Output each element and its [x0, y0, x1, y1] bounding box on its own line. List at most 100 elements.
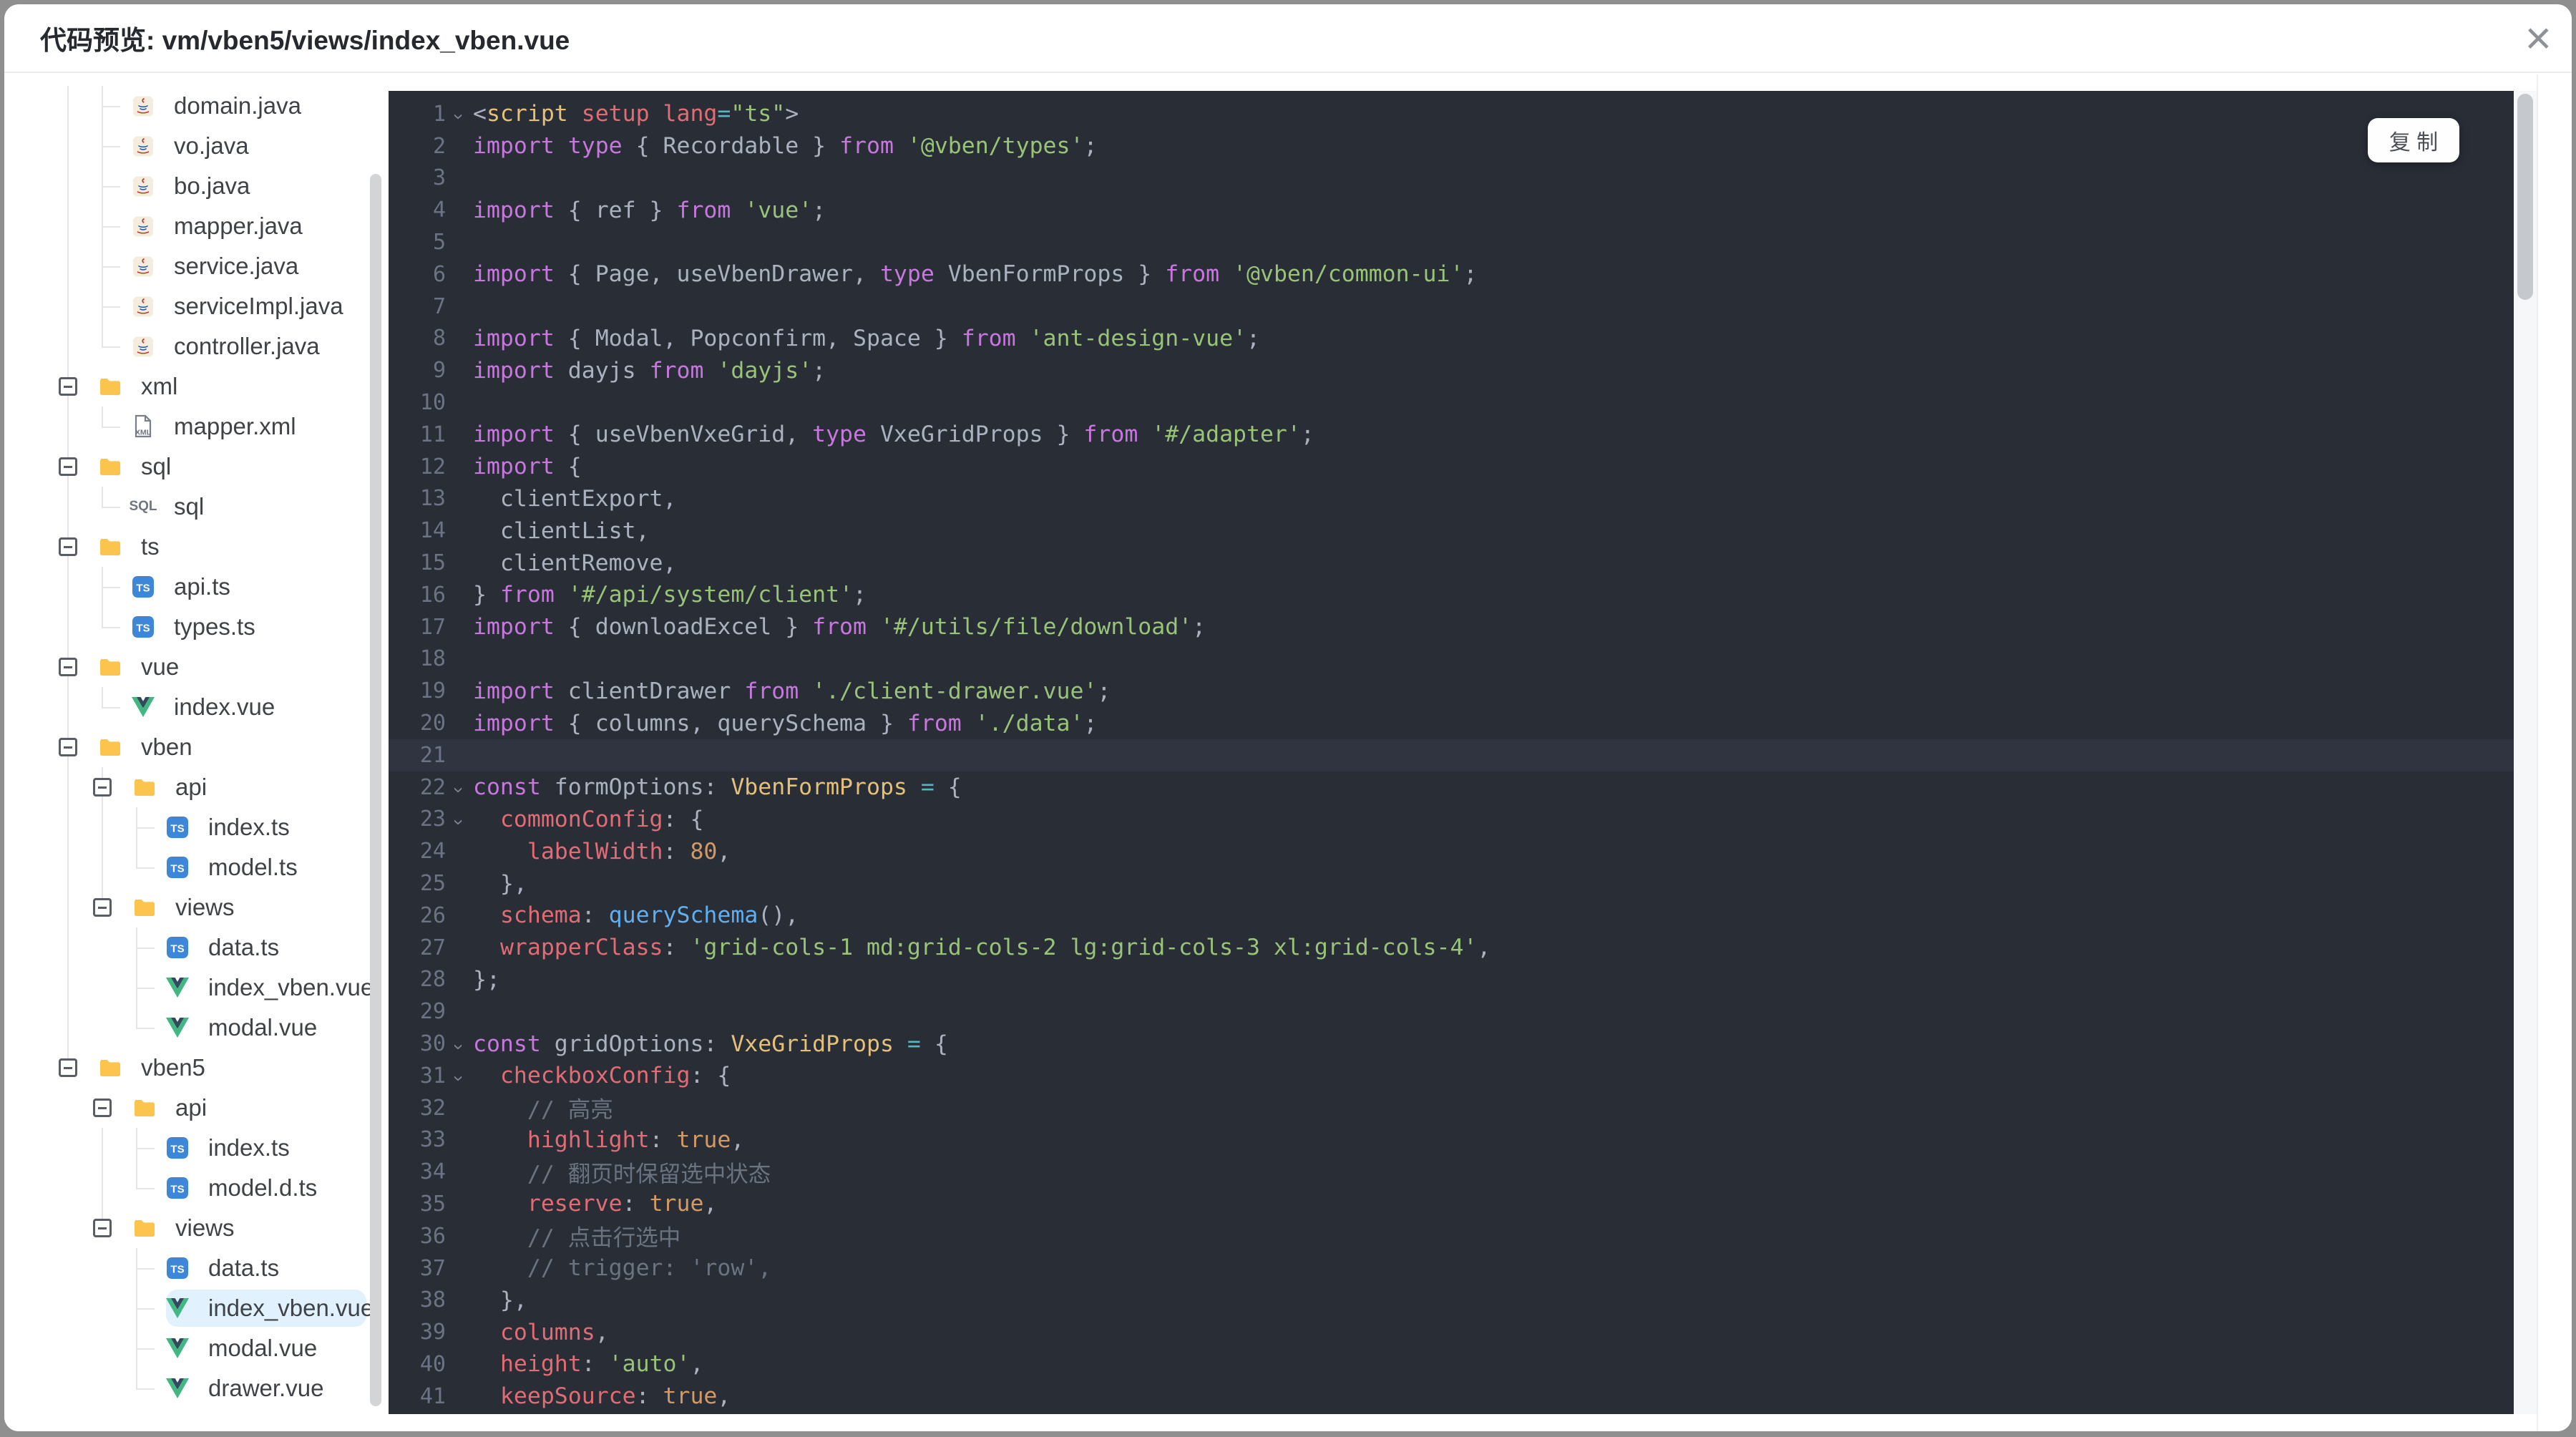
tree-item-content: XML mapper.xml: [132, 408, 366, 445]
tree-item-model.d.ts[interactable]: TS model.d.ts: [4, 1168, 391, 1208]
tree-item-content: ts: [99, 528, 366, 565]
tree-item-domain.java[interactable]: domain.java: [4, 86, 391, 126]
tree-indent-guide: [60, 86, 94, 126]
tree-item-content: TS data.ts: [166, 929, 366, 966]
tree-item-data.ts[interactable]: TS data.ts: [4, 1248, 391, 1288]
code-line: 35 reserve: true,: [389, 1188, 2514, 1220]
tree-item-serviceimpl.java[interactable]: serviceImpl.java: [4, 286, 391, 326]
tree-item-api.ts[interactable]: TS api.ts: [4, 567, 391, 607]
tree-item-index.ts[interactable]: TS index.ts: [4, 1128, 391, 1168]
tree-item-mapper.xml[interactable]: XML mapper.xml: [4, 406, 391, 447]
collapse-expand-icon[interactable]: [59, 658, 77, 676]
tree-item-ts[interactable]: ts: [4, 527, 391, 567]
tree-item-xml[interactable]: xml: [4, 366, 391, 406]
tree-item-bo.java[interactable]: bo.java: [4, 166, 391, 206]
tree-item-mapper.java[interactable]: mapper.java: [4, 206, 391, 246]
code-scrollbar-thumb[interactable]: [2517, 94, 2533, 300]
tree-item-sql[interactable]: SQL sql: [4, 487, 391, 527]
code-text: import { columns, querySchema } from './…: [473, 710, 1098, 736]
tree-item-index.vue[interactable]: index.vue: [4, 687, 391, 727]
tree-item-label: vue: [141, 653, 180, 680]
code-lines: 1 › <script setup lang="ts"> 2 import type {…: [389, 98, 2514, 1413]
collapse-expand-icon[interactable]: [59, 1058, 77, 1077]
line-number: 11: [419, 422, 446, 447]
tree-indent-guide: [60, 607, 94, 647]
tree-indent-guide: [94, 1008, 129, 1048]
tree-item-modal.vue[interactable]: modal.vue: [4, 1328, 391, 1368]
tree-item-views[interactable]: views: [4, 887, 391, 927]
code-text: import dayjs from 'dayjs';: [473, 357, 826, 384]
code-line: 31 › checkboxConfig: {: [389, 1060, 2514, 1092]
collapse-expand-icon[interactable]: [59, 377, 77, 396]
tree-item-controller.java[interactable]: controller.java: [4, 326, 391, 366]
collapse-expand-icon[interactable]: [93, 1099, 112, 1117]
tree-item-vo.java[interactable]: vo.java: [4, 126, 391, 166]
tree-item-views[interactable]: views: [4, 1208, 391, 1248]
line-number: 18: [419, 646, 446, 672]
fold-chevron-icon[interactable]: ›: [444, 1033, 475, 1061]
collapse-expand-icon[interactable]: [93, 1219, 112, 1237]
tree-item-vben5[interactable]: vben5: [4, 1048, 391, 1088]
copy-button[interactable]: 复 制: [2368, 118, 2459, 162]
code-text: <script setup lang="ts">: [473, 101, 799, 127]
fold-chevron-icon[interactable]: ›: [444, 1065, 475, 1092]
tree-item-data.ts[interactable]: TS data.ts: [4, 927, 391, 968]
code-line: 1 › <script setup lang="ts">: [389, 98, 2514, 130]
tree-item-index-vben.vue[interactable]: index_vben.vue: [4, 1288, 391, 1328]
code-scrollbar-track[interactable]: [2514, 91, 2537, 1414]
folder-icon: [99, 537, 122, 557]
svg-text:TS: TS: [136, 583, 150, 595]
tree-item-model.ts[interactable]: TS model.ts: [4, 847, 391, 887]
tree-item-label: api: [175, 774, 208, 800]
collapse-expand-icon[interactable]: [59, 537, 77, 556]
code-line: 33 highlight: true,: [389, 1124, 2514, 1156]
svg-text:TS: TS: [136, 623, 150, 635]
tree-item-index-vben.vue[interactable]: index_vben.vue: [4, 968, 391, 1008]
tree-item-drawer.vue[interactable]: drawer.vue: [4, 1368, 391, 1408]
tree-item-vben[interactable]: vben: [4, 727, 391, 767]
java-file-icon: [132, 135, 155, 158]
tree-item-sql[interactable]: sql: [4, 447, 391, 487]
code-line: 2 import type { Recordable } from '@vben/…: [389, 130, 2514, 162]
line-number: 20: [419, 711, 446, 736]
tree-item-label: ts: [141, 533, 160, 560]
tree-item-content: drawer.vue: [166, 1370, 366, 1407]
tree-item-modal.vue[interactable]: modal.vue: [4, 1008, 391, 1048]
code-line: 10: [389, 386, 2514, 419]
tree-item-content: TS index.ts: [166, 1129, 366, 1166]
tree-scrollbar-thumb[interactable]: [370, 174, 381, 1406]
svg-text:TS: TS: [170, 1264, 184, 1276]
code-text: import type { Recordable } from '@vben/t…: [473, 133, 1098, 160]
fold-chevron-icon[interactable]: ›: [444, 809, 475, 836]
tree-branch: [129, 1008, 163, 1048]
tree-branch: [129, 1368, 163, 1408]
tree-item-service.java[interactable]: service.java: [4, 246, 391, 286]
collapse-expand-icon[interactable]: [59, 457, 77, 476]
line-number: 4: [432, 198, 446, 223]
line-number: 36: [419, 1223, 446, 1249]
line-number: 38: [419, 1287, 446, 1313]
tree-branch: [94, 326, 129, 366]
tree-branch: [94, 607, 129, 647]
tree-branch: [59, 527, 94, 567]
collapse-expand-icon[interactable]: [93, 778, 112, 797]
tree-indent-guide: [60, 847, 94, 887]
tree-item-types.ts[interactable]: TS types.ts: [4, 607, 391, 647]
collapse-expand-icon[interactable]: [59, 738, 77, 756]
line-number: 22: [419, 774, 446, 800]
collapse-expand-icon[interactable]: [93, 898, 112, 917]
tree-indent-guide: [60, 487, 94, 527]
code-text: } from '#/api/system/client';: [473, 582, 867, 608]
tree-item-vue[interactable]: vue: [4, 647, 391, 687]
tree-branch: [94, 166, 129, 206]
tree-item-index.ts[interactable]: TS index.ts: [4, 807, 391, 847]
tree-branch: [94, 286, 129, 326]
fold-chevron-icon[interactable]: ›: [444, 776, 475, 804]
tree-item-content: vben5: [99, 1049, 366, 1086]
close-icon[interactable]: ×: [2525, 6, 2552, 70]
tree-item-api[interactable]: api: [4, 767, 391, 807]
fold-gutter: [446, 1220, 473, 1252]
fold-gutter: [446, 932, 473, 963]
tree-item-api[interactable]: api: [4, 1088, 391, 1128]
fold-chevron-icon[interactable]: ›: [444, 103, 475, 130]
